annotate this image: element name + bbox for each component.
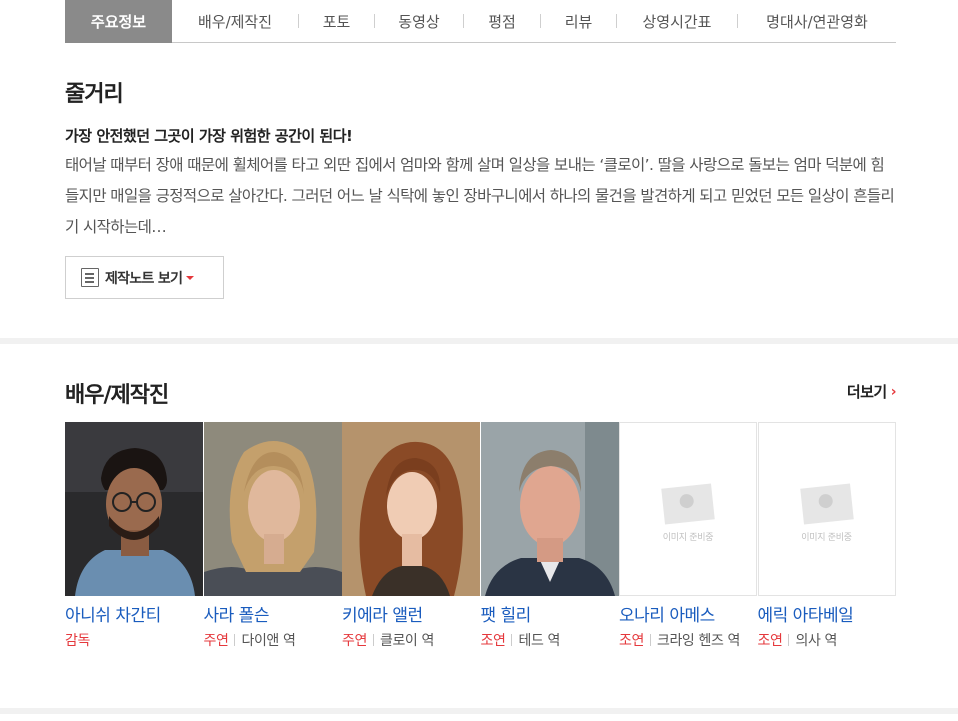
- tab-quotes-related[interactable]: 명대사/연관영화: [738, 0, 896, 43]
- section-divider: [0, 708, 958, 714]
- role-type: 감독: [65, 633, 90, 649]
- cast-list: 아니쉬 차간티 감독 사라 폴슨 주연 다이앤 역 키에라 앨런 주연 클로이 …: [65, 422, 896, 653]
- cast-role: 조연 크라잉 헨즈 역: [619, 629, 758, 653]
- portrait-kiera-allen: [342, 422, 480, 596]
- cast-photo-placeholder[interactable]: 이미지 준비중: [619, 422, 757, 596]
- plot-synopsis: 태어날 때부터 장애 때문에 휠체어를 타고 외딴 집에서 엄마와 함께 살며 …: [65, 156, 895, 236]
- no-image-icon: [661, 482, 715, 525]
- section-divider: [0, 338, 958, 344]
- cast-title: 배우/제작진: [65, 383, 169, 408]
- role-type: 주연: [342, 633, 367, 649]
- cast-item[interactable]: 키에라 앨런 주연 클로이 역: [342, 422, 481, 653]
- cast-item[interactable]: 아니쉬 차간티 감독: [65, 422, 204, 653]
- cast-role: 감독: [65, 629, 204, 653]
- role-name: 클로이 역: [379, 633, 434, 649]
- role-type: 조연: [757, 633, 783, 649]
- role-name: 크라잉 헨즈 역: [656, 633, 740, 649]
- portrait-sarah-paulson: [203, 422, 342, 596]
- cast-role: 조연 테드 역: [481, 629, 620, 653]
- role-type: 조연: [480, 633, 506, 649]
- cast-name[interactable]: 키에라 앨런: [342, 601, 481, 626]
- tab-video[interactable]: 동영상: [375, 0, 463, 43]
- more-label: 더보기: [846, 383, 887, 401]
- role-type: 주연: [203, 633, 229, 649]
- cast-photo[interactable]: [342, 422, 480, 596]
- cast-role: 주연 다이앤 역: [204, 629, 343, 653]
- plot-title: 줄거리: [65, 82, 124, 107]
- chevron-right-icon: ›: [890, 383, 897, 400]
- role-name: 다이앤 역: [241, 633, 296, 649]
- role-type: 조연: [619, 633, 644, 649]
- cast-photo[interactable]: [65, 422, 203, 596]
- no-image-text: 이미지 준비중: [662, 532, 714, 543]
- production-note-label: 제작노트 보기: [105, 270, 183, 287]
- tab-showtimes[interactable]: 상영시간표: [617, 0, 737, 43]
- movie-tab-nav: 주요정보 배우/제작진 포토 동영상 평점 리뷰 상영시간표 명대사/연관영화: [65, 0, 896, 43]
- role-name: 테드 역: [518, 633, 560, 649]
- cast-role: 조연 의사 역: [758, 629, 897, 653]
- cast-more-link[interactable]: 더보기 ›: [846, 381, 897, 402]
- tab-review[interactable]: 리뷰: [541, 0, 616, 43]
- cast-name[interactable]: 팻 힐리: [481, 601, 620, 626]
- cast-item[interactable]: 팻 힐리 조연 테드 역: [480, 422, 620, 653]
- role-name: 의사 역: [795, 633, 837, 649]
- portrait-director: [65, 422, 203, 596]
- cast-item[interactable]: 사라 폴슨 주연 다이앤 역: [203, 422, 343, 653]
- cast-photo[interactable]: [203, 422, 342, 596]
- tab-main-info[interactable]: 주요정보: [65, 0, 172, 43]
- cast-name[interactable]: 에릭 아타베일: [758, 601, 897, 626]
- cast-item[interactable]: 이미지 준비중 에릭 아타베일 조연 의사 역: [757, 422, 897, 653]
- tab-cast[interactable]: 배우/제작진: [172, 0, 298, 43]
- tab-photo[interactable]: 포토: [299, 0, 374, 43]
- tab-rating[interactable]: 평점: [464, 0, 540, 43]
- cast-role: 주연 클로이 역: [342, 629, 481, 653]
- cast-name[interactable]: 사라 폴슨: [204, 601, 343, 626]
- portrait-pat-healy: [480, 422, 619, 596]
- cast-item[interactable]: 이미지 준비중 오나리 아메스 조연 크라잉 헨즈 역: [619, 422, 758, 653]
- cast-photo-placeholder[interactable]: 이미지 준비중: [757, 422, 896, 596]
- document-icon: [81, 268, 99, 287]
- cast-name[interactable]: 오나리 아메스: [619, 601, 758, 626]
- no-image-icon: [799, 482, 854, 525]
- production-note-button[interactable]: 제작노트 보기: [65, 256, 224, 299]
- plot-tagline: 가장 안전했던 그곳이 가장 위험한 공간이 된다!: [65, 127, 353, 145]
- cast-photo[interactable]: [480, 422, 619, 596]
- cast-name[interactable]: 아니쉬 차간티: [65, 601, 204, 626]
- plot-section: 줄거리 가장 안전했던 그곳이 가장 위험한 공간이 된다! 태어날 때부터 장…: [65, 76, 896, 243]
- caret-down-icon: [186, 275, 195, 280]
- no-image-text: 이미지 준비중: [801, 532, 852, 543]
